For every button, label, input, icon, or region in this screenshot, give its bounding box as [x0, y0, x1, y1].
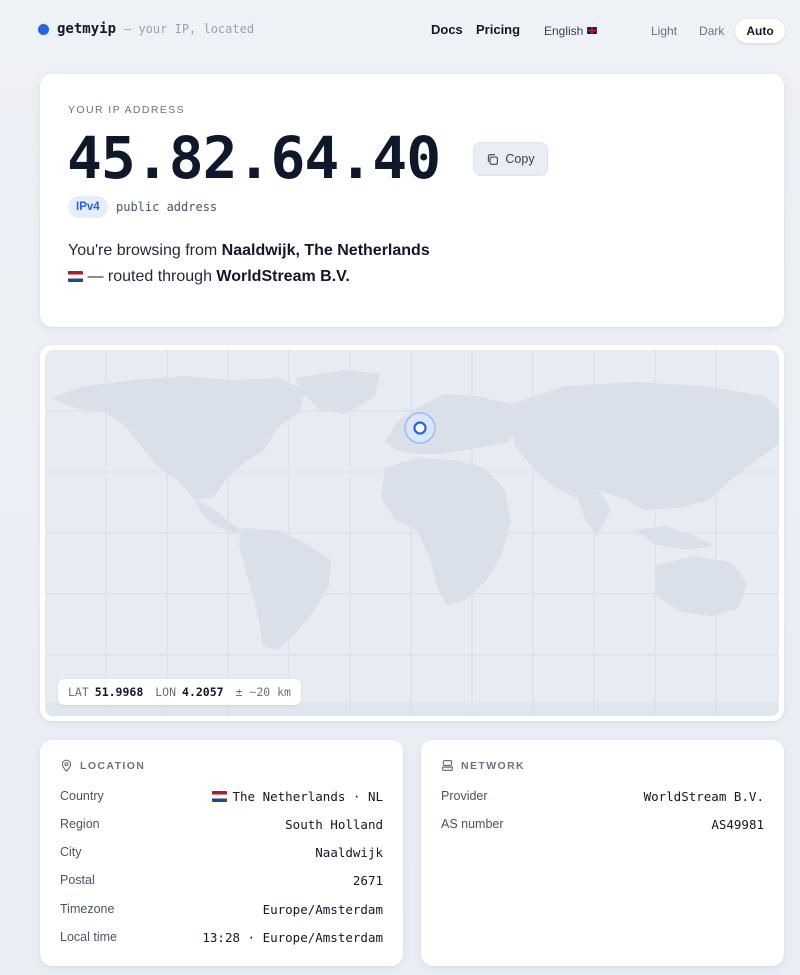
browse-location: Naaldwijk, The Netherlands — [221, 242, 430, 259]
lat-label: LAT — [68, 685, 89, 699]
row-key: Region — [60, 817, 100, 831]
lon-label: LON — [155, 685, 177, 699]
routed-text: — routed through — [83, 268, 217, 285]
location-card: LOCATION Country The Netherlands · NL Re… — [40, 740, 403, 966]
browse-prefix: You're browsing from — [68, 242, 222, 259]
location-pin-icon — [61, 759, 72, 772]
browse-provider: WorldStream B.V. — [216, 268, 350, 285]
network-header: NETWORK — [441, 759, 525, 772]
row-value: South Holland — [285, 816, 383, 832]
row-key: Provider — [441, 789, 488, 803]
netherlands-flag-icon — [212, 790, 228, 802]
accuracy-value: ± ~20 km — [235, 685, 291, 699]
coordinates-readout: LAT 51.9968 LON 4.2057 ± ~20 km — [58, 679, 301, 705]
lat-value: 51.9968 — [94, 685, 144, 699]
location-row-postal: Postal 2671 — [60, 870, 383, 890]
network-row-asn: AS number AS49981 — [441, 814, 764, 834]
ip-version-badge: IPv4 — [68, 196, 108, 218]
row-key: Postal — [60, 873, 95, 887]
row-value: 13:28 · Europe/Amsterdam — [202, 929, 383, 945]
network-row-provider: Provider WorldStream B.V. — [441, 786, 764, 806]
theme-auto-option[interactable]: Auto — [735, 19, 785, 43]
location-title: LOCATION — [80, 759, 146, 772]
copy-button-label: Copy — [505, 152, 535, 166]
brand-logo-dot — [38, 23, 49, 35]
brand[interactable]: getmyip — your IP, located — [38, 21, 254, 37]
ip-section-label: YOUR IP ADDRESS — [68, 104, 186, 116]
row-value: The Netherlands · NL — [212, 789, 383, 804]
theme-switcher: Light Dark Auto — [640, 18, 785, 44]
location-row-country: Country The Netherlands · NL — [60, 786, 383, 806]
location-row-timezone: Timezone Europe/Amsterdam — [60, 899, 383, 919]
nav-pricing-link[interactable]: Pricing — [476, 22, 520, 37]
language-label: English — [544, 23, 584, 38]
brand-name: getmyip — [57, 21, 117, 37]
map-card: LAT 51.9968 LON 4.2057 ± ~20 km — [40, 345, 784, 721]
brand-tagline: — your IP, located — [124, 22, 255, 36]
copy-icon — [488, 153, 499, 165]
row-key: AS number — [441, 817, 504, 831]
world-map[interactable]: LAT 51.9968 LON 4.2057 ± ~20 km — [45, 350, 779, 716]
theme-dark-option[interactable]: Dark — [688, 19, 735, 43]
location-header: LOCATION — [60, 759, 145, 772]
nav-docs-link[interactable]: Docs — [431, 22, 463, 37]
row-value: AS49981 — [711, 816, 764, 832]
theme-light-option[interactable]: Light — [640, 19, 688, 43]
top-bar: getmyip — your IP, located Docs Pricing … — [0, 0, 800, 60]
row-value: Naaldwijk — [315, 844, 383, 860]
location-row-local-time: Local time 13:28 · Europe/Amsterdam — [60, 927, 383, 947]
row-key: City — [60, 845, 82, 859]
ip-address-value: 45.82.64.40 — [67, 124, 441, 192]
copy-button[interactable]: Copy — [473, 142, 548, 176]
location-row-region: Region South Holland — [60, 814, 383, 834]
location-marker — [404, 412, 436, 444]
ip-address-card: YOUR IP ADDRESS 45.82.64.40 Copy IPv4 pu… — [40, 74, 784, 327]
country-value: The Netherlands · NL — [232, 788, 383, 804]
ip-type-text: public address — [116, 200, 218, 214]
server-icon — [442, 760, 453, 771]
row-value: WorldStream B.V. — [643, 788, 764, 804]
network-title: NETWORK — [461, 759, 526, 772]
row-value: Europe/Amsterdam — [262, 901, 383, 917]
location-row-city: City Naaldwijk — [60, 842, 383, 862]
row-key: Timezone — [60, 902, 115, 916]
lon-value: 4.2057 — [182, 685, 224, 699]
world-map-graphic — [45, 350, 779, 716]
netherlands-flag-icon — [68, 271, 83, 282]
uk-flag-icon — [587, 27, 598, 34]
language-select[interactable]: English — [533, 17, 609, 44]
row-key: Local time — [60, 930, 117, 944]
row-key: Country — [60, 789, 104, 803]
row-value: 2671 — [352, 872, 383, 888]
network-card: NETWORK Provider WorldStream B.V. AS num… — [421, 740, 784, 966]
browsing-summary: You're browsing from Naaldwijk, The Neth… — [68, 238, 430, 290]
